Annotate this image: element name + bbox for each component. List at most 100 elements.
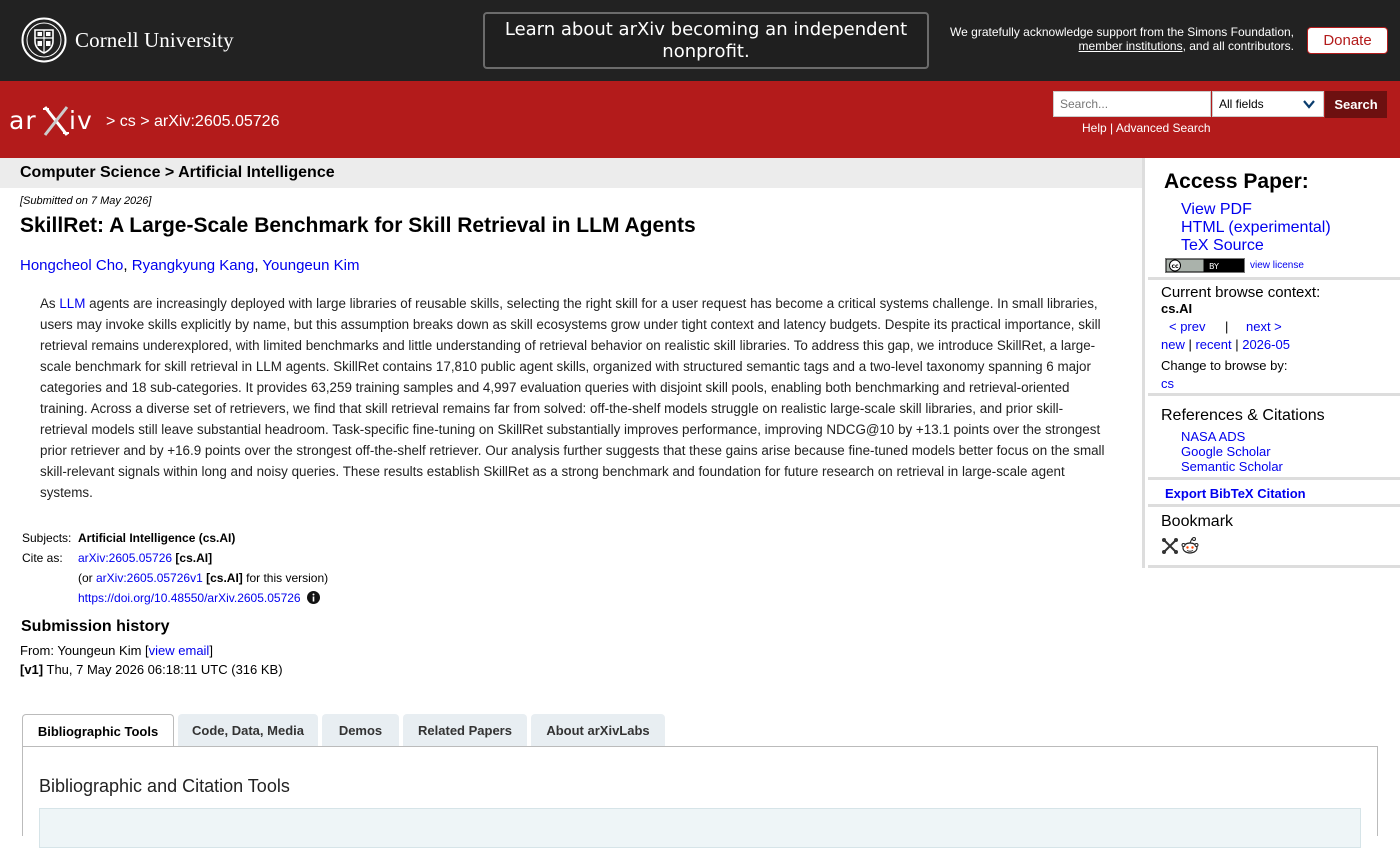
author-link[interactable]: Ryangkyung Kang bbox=[132, 257, 255, 274]
help-separator: | bbox=[1106, 121, 1116, 135]
support-text: We gratefully acknowledge support from t… bbox=[950, 25, 1294, 39]
bibsonomy-icon[interactable] bbox=[1161, 537, 1179, 555]
access-paper-title: Access Paper: bbox=[1164, 170, 1309, 193]
paper-title: SkillRet: A Large-Scale Benchmark for Sk… bbox=[20, 214, 696, 237]
date-separator: | bbox=[1231, 337, 1243, 352]
access-paper-box: Access Paper: View PDF HTML (experimenta… bbox=[1148, 158, 1400, 280]
info-icon[interactable] bbox=[306, 591, 320, 604]
tab-demos[interactable]: Demos bbox=[322, 714, 399, 746]
abstract-text: As bbox=[40, 296, 60, 311]
panel-title: Bibliographic and Citation Tools bbox=[39, 776, 290, 796]
svg-text:BY: BY bbox=[1209, 262, 1219, 271]
version-id-link[interactable]: arXiv:2605.05726v1 bbox=[96, 571, 203, 585]
breadcrumb-paper-id: arXiv:2605.05726 bbox=[154, 113, 280, 130]
tab-panel: Bibliographic and Citation Tools bbox=[22, 746, 1378, 848]
submission-from-text: ] bbox=[209, 643, 213, 658]
reddit-icon[interactable] bbox=[1181, 537, 1199, 555]
arxiv-logo[interactable]: ar iv bbox=[9, 103, 101, 137]
cornell-university-text: Cornell University bbox=[75, 27, 234, 52]
cornell-logo[interactable]: Cornell University bbox=[21, 17, 234, 63]
search-field-value: All fields bbox=[1219, 97, 1264, 111]
subjects-value: Artificial Intelligence (cs.AI) bbox=[78, 531, 236, 545]
tab-about-arxivlabs[interactable]: About arXivLabs bbox=[531, 714, 665, 746]
arxiv-header: ar iv > cs > arXiv:2605.05726 All fields… bbox=[0, 81, 1400, 158]
version-text: for this version) bbox=[242, 571, 329, 585]
view-pdf-link[interactable]: View PDF bbox=[1181, 201, 1252, 219]
nasa-ads-link[interactable]: NASA ADS bbox=[1181, 429, 1245, 444]
subjects-label: Subjects: bbox=[22, 531, 72, 545]
doi-link[interactable]: https://doi.org/10.48550/arXiv.2605.0572… bbox=[78, 591, 301, 605]
panel-toggle-box bbox=[39, 808, 1361, 848]
support-acknowledgement: We gratefully acknowledge support from t… bbox=[930, 25, 1294, 53]
help-link[interactable]: Help bbox=[1082, 121, 1107, 135]
change-browse-label: Change to browse by: bbox=[1161, 358, 1288, 373]
export-box: Export BibTeX Citation bbox=[1148, 483, 1400, 507]
search-input[interactable] bbox=[1053, 91, 1211, 117]
support-tail: , and all contributors. bbox=[1182, 39, 1294, 53]
submission-date: [Submitted on 7 May 2026] bbox=[20, 195, 152, 207]
month-link[interactable]: 2026-05 bbox=[1242, 337, 1290, 352]
breadcrumb-separator: > bbox=[135, 113, 155, 130]
browse-dates: new | recent | 2026-05 bbox=[1161, 337, 1290, 352]
author-list: Hongcheol Cho, Ryangkyung Kang, Youngeun… bbox=[20, 257, 360, 274]
search-field-select[interactable]: All fields bbox=[1212, 91, 1324, 117]
breadcrumb: > cs > arXiv:2605.05726 bbox=[106, 113, 279, 131]
submission-from: From: Youngeun Kim [view email] bbox=[20, 643, 213, 658]
version-v1-text: Thu, 7 May 2026 06:18:11 UTC (316 KB) bbox=[43, 662, 283, 677]
chevron-down-icon bbox=[1303, 100, 1315, 109]
html-experimental-link[interactable]: HTML (experimental) bbox=[1181, 219, 1331, 237]
bookmark-title: Bookmark bbox=[1161, 513, 1234, 530]
cite-as-label: Cite as: bbox=[22, 551, 63, 565]
svg-text:iv: iv bbox=[69, 106, 93, 135]
references-box: References & Citations NASA ADS Google S… bbox=[1148, 399, 1400, 480]
cc-by-license-badge[interactable]: cc BY bbox=[1165, 258, 1245, 273]
nav-separator: | bbox=[1225, 319, 1229, 334]
tex-source-link[interactable]: TeX Source bbox=[1181, 237, 1264, 255]
member-institutions-link[interactable]: member institutions bbox=[1079, 39, 1183, 53]
browse-category: cs.AI bbox=[1161, 301, 1193, 316]
view-email-link[interactable]: view email bbox=[149, 643, 210, 658]
google-scholar-link[interactable]: Google Scholar bbox=[1181, 444, 1271, 459]
recent-link[interactable]: recent bbox=[1195, 337, 1231, 352]
submission-history-title: Submission history bbox=[21, 618, 170, 635]
cite-id-link[interactable]: arXiv:2605.05726 bbox=[78, 551, 172, 565]
semantic-scholar-link[interactable]: Semantic Scholar bbox=[1181, 459, 1283, 474]
breadcrumb-cs-link[interactable]: cs bbox=[120, 113, 136, 130]
abstract-keyword-link[interactable]: LLM bbox=[59, 296, 85, 311]
top-bar: Cornell University Learn about arXiv bec… bbox=[0, 0, 1400, 81]
author-link[interactable]: Youngeun Kim bbox=[262, 257, 359, 274]
tab-bibliographic-tools[interactable]: Bibliographic Tools bbox=[22, 714, 174, 747]
version-text: (or bbox=[78, 571, 96, 585]
browse-context-box: Current browse context: cs.AI < prev | n… bbox=[1148, 283, 1400, 396]
tab-code-data-media[interactable]: Code, Data, Media bbox=[178, 714, 318, 746]
version-category: [cs.AI] bbox=[206, 571, 243, 585]
version-v1: [v1] Thu, 7 May 2026 06:18:11 UTC (316 K… bbox=[20, 662, 283, 677]
abstract: As LLM agents are increasingly deployed … bbox=[40, 293, 1105, 503]
author-link[interactable]: Hongcheol Cho bbox=[20, 257, 123, 274]
advanced-search-link[interactable]: Advanced Search bbox=[1116, 121, 1211, 135]
new-link[interactable]: new bbox=[1161, 337, 1185, 352]
cite-category: [cs.AI] bbox=[175, 551, 213, 565]
export-bibtex-link[interactable]: Export BibTeX Citation bbox=[1165, 486, 1306, 501]
abstract-text: agents are increasingly deployed with la… bbox=[40, 296, 1105, 500]
prev-link[interactable]: < prev bbox=[1169, 319, 1206, 334]
view-license-link[interactable]: view license bbox=[1250, 260, 1304, 271]
browse-context-title: Current browse context: bbox=[1161, 284, 1321, 301]
svg-text:cc: cc bbox=[1171, 263, 1179, 270]
nonprofit-banner[interactable]: Learn about arXiv becoming an independen… bbox=[483, 12, 929, 69]
references-title: References & Citations bbox=[1161, 407, 1325, 424]
browse-cs-link[interactable]: cs bbox=[1161, 376, 1174, 391]
next-link[interactable]: next > bbox=[1246, 319, 1282, 334]
cornell-seal-icon bbox=[21, 17, 67, 63]
date-separator: | bbox=[1184, 337, 1196, 352]
breadcrumb-separator: > bbox=[106, 113, 120, 130]
tab-related-papers[interactable]: Related Papers bbox=[403, 714, 527, 746]
svg-text:ar: ar bbox=[9, 106, 37, 135]
category-title: Computer Science > Artificial Intelligen… bbox=[20, 164, 335, 181]
version-v1-label: [v1] bbox=[20, 662, 44, 677]
donate-button[interactable]: Donate bbox=[1307, 27, 1388, 54]
search-button[interactable]: Search bbox=[1325, 91, 1387, 118]
sidebar: Access Paper: View PDF HTML (experimenta… bbox=[1142, 158, 1400, 568]
bookmark-box: Bookmark bbox=[1148, 510, 1400, 568]
category-header: Computer Science > Artificial Intelligen… bbox=[0, 158, 1142, 188]
